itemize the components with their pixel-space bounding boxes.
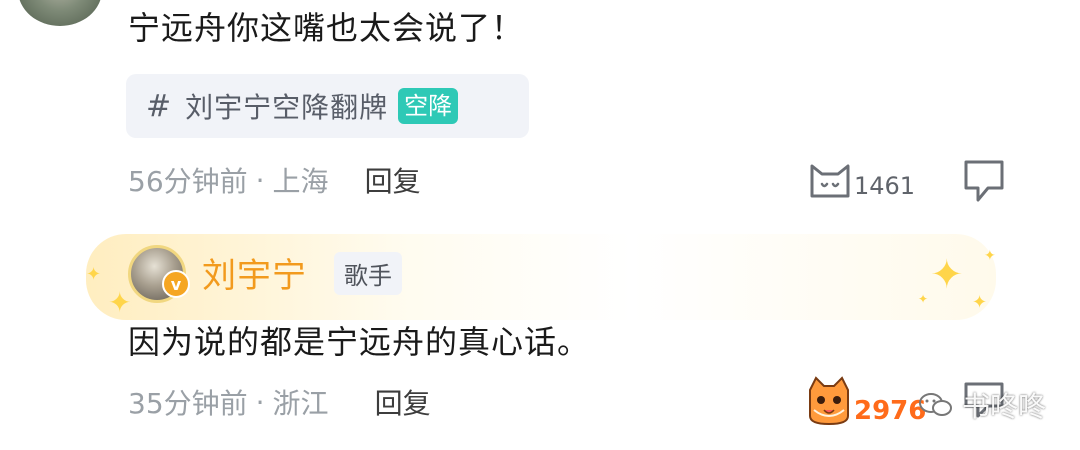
meta-separator: · [255, 163, 265, 197]
like-button[interactable]: 1461 [808, 160, 915, 200]
comment-meta: 56分钟前 · 上海 回复 [128, 160, 421, 200]
wechat-icon [919, 393, 952, 416]
watermark-text: 书咚咚 [962, 390, 1047, 423]
orange-cat-icon [809, 376, 849, 426]
dislike-button[interactable] [960, 158, 1008, 208]
thumb-down-speech-icon [964, 160, 1004, 202]
reply-time: 35分钟前 [128, 387, 248, 420]
cat-face-outline-icon [810, 164, 850, 198]
author-role-tag: 歌手 [334, 252, 402, 295]
sparkle-icon: ✦ [930, 252, 964, 298]
sparkle-icon: ✦ [86, 264, 102, 285]
like-button[interactable]: 2976 [806, 376, 926, 426]
reply-button[interactable]: 回复 [375, 382, 431, 422]
verified-badge: v [162, 270, 190, 298]
meta-separator: · [255, 385, 265, 419]
reply-author-name[interactable]: 刘宇宁 [202, 248, 307, 297]
reply-text: 因为说的都是宁远舟的真心话。 [128, 323, 591, 361]
sparkle-icon: ✦ [108, 286, 132, 319]
watermark: 书咚咚 [918, 385, 1046, 425]
sparkle-icon: ✦ [918, 292, 929, 306]
sparkle-icon: ✦ [984, 248, 996, 264]
comment-time: 56分钟前 [128, 165, 248, 198]
like-count: 2976 [854, 396, 927, 426]
hash-icon: # [146, 88, 172, 124]
comment-text: 宁远舟你这嘴也太会说了！ [128, 9, 525, 47]
like-count: 1461 [854, 172, 916, 200]
sparkle-icon: ✦ [972, 292, 988, 313]
topic-chip[interactable]: # 刘宇宁空降翻牌 空降 [126, 74, 529, 138]
commenter-avatar[interactable] [18, 0, 102, 26]
comment-location: 上海 [272, 165, 329, 198]
reply-location: 浙江 [272, 387, 329, 420]
reply-button[interactable]: 回复 [365, 160, 421, 200]
topic-tag-badge: 空降 [398, 88, 459, 124]
topic-label: 刘宇宁空降翻牌 [185, 91, 389, 124]
reply-meta: 35分钟前 · 浙江 回复 [128, 382, 431, 422]
